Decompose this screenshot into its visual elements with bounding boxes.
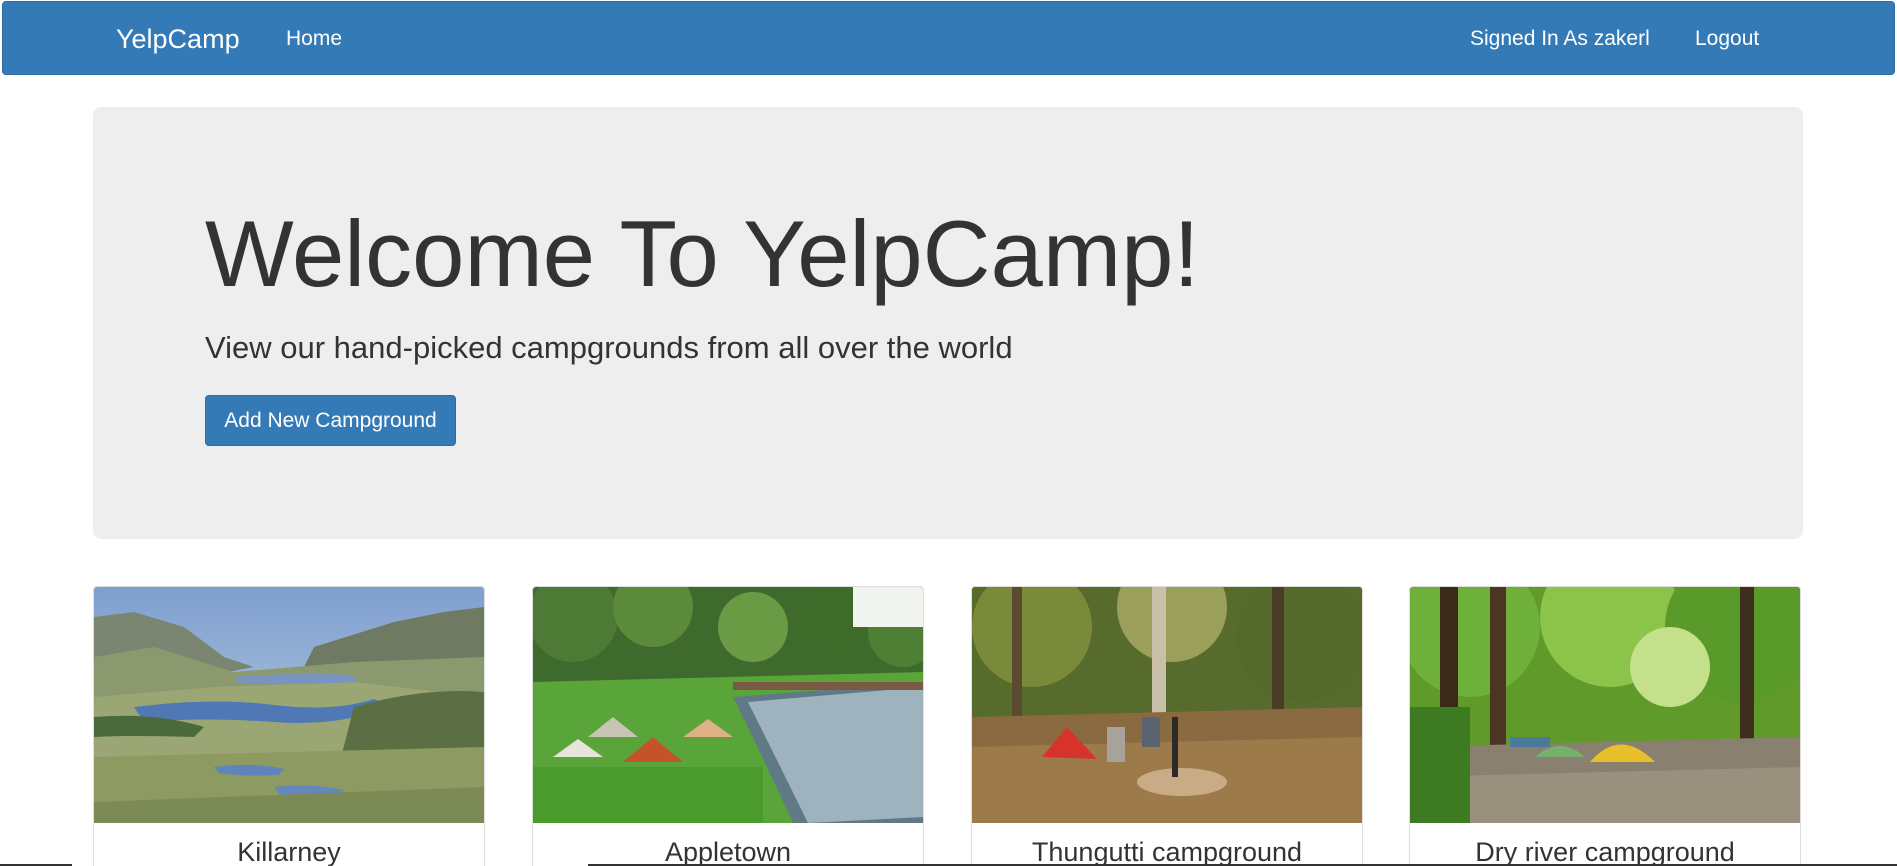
campground-name: Appletown	[664, 837, 792, 866]
campground-image[interactable]	[1410, 587, 1800, 823]
top-navbar: YelpCamp Home Signed In As zakerl Logout	[2, 1, 1895, 75]
campground-card[interactable]: Thungutti campground	[971, 586, 1363, 866]
campground-name: Dry river campground	[1475, 837, 1735, 866]
page-subtitle: View our hand-picked campgrounds from al…	[205, 330, 1013, 365]
campground-card[interactable]: Appletown	[532, 586, 924, 866]
brand-link[interactable]: YelpCamp	[116, 2, 240, 76]
jumbotron: Welcome To YelpCamp! View our hand-picke…	[93, 107, 1803, 539]
campground-name: Thungutti campground	[1031, 837, 1303, 866]
campground-image[interactable]	[533, 587, 923, 823]
campground-image[interactable]	[972, 587, 1362, 823]
page: YelpCamp Home Signed In As zakerl Logout…	[0, 0, 1897, 866]
nav-home-link[interactable]: Home	[286, 2, 342, 76]
signed-in-user-link[interactable]: Signed In As zakerl	[1470, 2, 1650, 76]
page-title: Welcome To YelpCamp!	[205, 201, 1200, 306]
add-campground-button[interactable]: Add New Campground	[205, 395, 456, 446]
campground-card[interactable]: Killarney	[93, 586, 485, 866]
campground-card[interactable]: Dry river campground	[1409, 586, 1801, 866]
logout-link[interactable]: Logout	[1695, 2, 1759, 76]
campground-image[interactable]	[94, 587, 484, 823]
campground-name: Killarney	[237, 837, 341, 866]
